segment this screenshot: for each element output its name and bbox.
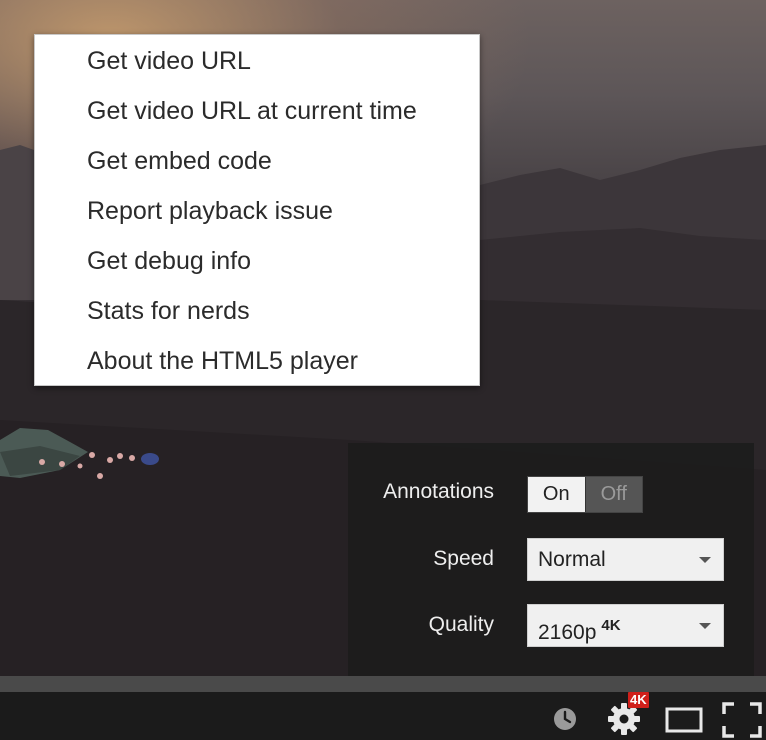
annotations-label: Annotations <box>383 480 494 503</box>
left-hill <box>0 145 34 300</box>
quality-4k-badge: 4K <box>601 617 621 634</box>
quality-value: 2160p <box>538 621 597 644</box>
speed-row: Speed Normal <box>348 536 754 582</box>
annotations-on-button[interactable]: On <box>528 477 585 512</box>
fullscreen-icon[interactable] <box>722 702 762 738</box>
quality-label: Quality <box>428 613 494 636</box>
menu-item-get-video-url-at-time[interactable]: Get video URL at current time <box>35 86 479 136</box>
menu-item-get-embed-code[interactable]: Get embed code <box>35 136 479 186</box>
progress-bar[interactable] <box>0 676 766 692</box>
theater-mode-icon[interactable] <box>665 707 703 733</box>
chevron-down-icon <box>699 623 711 629</box>
player-control-bar <box>0 692 766 740</box>
watch-later-icon[interactable] <box>552 706 578 732</box>
annotations-off-button[interactable]: Off <box>584 477 642 512</box>
player-context-menu: Get video URL Get video URL at current t… <box>34 34 480 386</box>
settings-4k-badge: 4K <box>628 692 649 708</box>
speed-value: Normal <box>538 548 606 571</box>
menu-item-get-debug-info[interactable]: Get debug info <box>35 236 479 286</box>
speed-select[interactable]: Normal <box>527 538 724 581</box>
menu-item-about-html5-player[interactable]: About the HTML5 player <box>35 336 479 386</box>
menu-item-stats-for-nerds[interactable]: Stats for nerds <box>35 286 479 336</box>
quality-row: Quality 2160p 4K <box>348 602 754 648</box>
chevron-down-icon <box>699 557 711 563</box>
annotations-toggle[interactable]: On Off <box>527 476 643 513</box>
blue-tent <box>141 453 159 465</box>
menu-item-report-playback-issue[interactable]: Report playback issue <box>35 186 479 236</box>
quality-select[interactable]: 2160p 4K <box>527 604 724 647</box>
quality-value-wrap: 2160p 4K <box>538 605 621 653</box>
annotations-row: Annotations On Off <box>348 469 754 515</box>
menu-item-get-video-url[interactable]: Get video URL <box>35 36 479 86</box>
speed-label: Speed <box>433 547 494 570</box>
settings-panel: Annotations On Off Speed Normal Quality … <box>348 443 754 676</box>
